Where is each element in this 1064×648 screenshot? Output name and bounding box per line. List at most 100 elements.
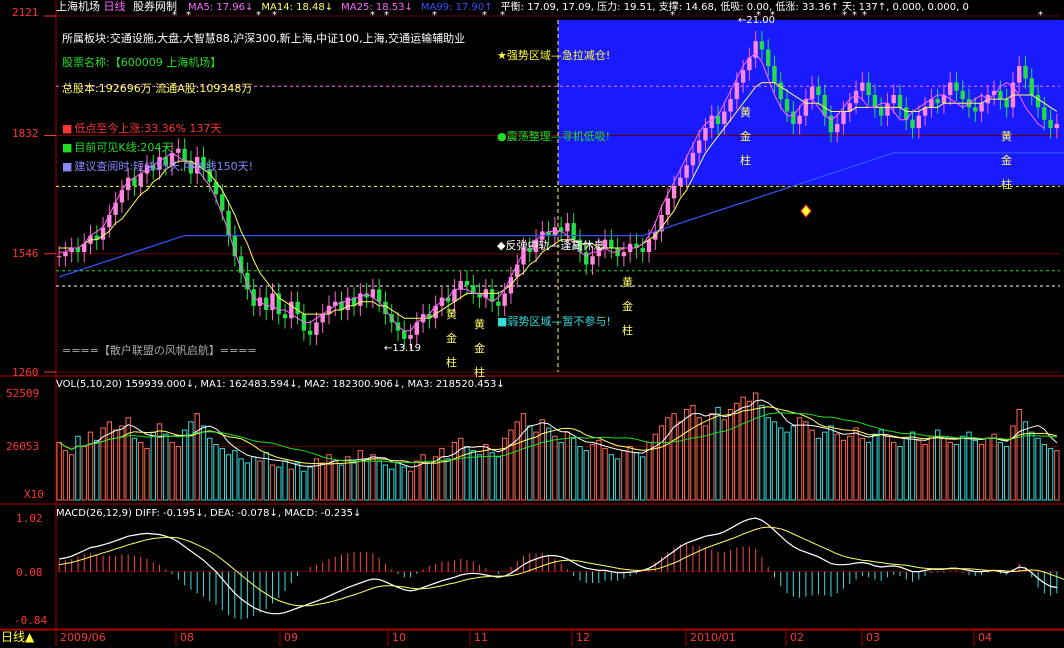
candle-body (408, 334, 413, 339)
stock-name: 上海机场 (56, 0, 100, 13)
ma-item-1: MA14: 18.48↓ (261, 2, 334, 13)
signal-char: 黄 (622, 276, 633, 289)
candle-body (358, 293, 363, 306)
period-label: 日线 (103, 0, 126, 13)
date-tick-label: 12 (576, 631, 590, 644)
low-price-label: ←13.19 (384, 343, 422, 354)
candle-body (684, 165, 689, 178)
candle-body (891, 94, 896, 104)
candle-body (703, 128, 708, 141)
candle-body (778, 82, 783, 100)
legend-square-icon: ■ (62, 160, 73, 173)
macd-tick-bottom: -0.84 (14, 614, 48, 627)
signal-char: 柱 (622, 324, 633, 337)
price-tick-1546: 1546 (12, 247, 39, 260)
candle-body (100, 227, 106, 240)
candle-body (809, 86, 815, 100)
signal-char: 柱 (446, 356, 457, 369)
candle-body (609, 239, 614, 248)
candle-body (314, 322, 319, 335)
macd-tick-zero: 0.08 (16, 566, 43, 579)
candle-body (916, 115, 922, 129)
zone-consolidate: ●震荡整理—寻机低吸! (497, 130, 611, 143)
candle-body (646, 239, 652, 253)
price-tick-1832: 1832 (12, 127, 39, 140)
legend-square-icon: ■ (62, 141, 73, 154)
candle-body (954, 82, 959, 91)
candle-body (678, 177, 683, 186)
candle-body (458, 281, 463, 290)
signal-char: 柱 (1001, 178, 1012, 191)
candle-body (289, 301, 294, 319)
candle-body (496, 301, 501, 306)
candle-body (489, 289, 495, 302)
candle-body (276, 293, 281, 315)
header-star-icon: * (1038, 10, 1043, 21)
candle-body (270, 293, 275, 310)
date-tick-label: 09 (284, 631, 298, 644)
signal-char: 黄 (1001, 130, 1012, 143)
candle-body (56, 256, 62, 258)
candle-body (307, 330, 313, 335)
date-tick-label: 2009/06 (60, 631, 106, 644)
candle-body (113, 202, 118, 215)
candle-body (998, 90, 1003, 100)
candle-body (75, 247, 81, 253)
period-switch-button[interactable]: 日线▲ (1, 631, 34, 644)
candle-body (176, 148, 181, 153)
candle-body (63, 252, 68, 257)
legend-text: 低点至今上涨:33.36% 137天 (74, 122, 222, 135)
candle-body (402, 330, 407, 339)
footer-banner: ====【散户联盟の风帆启航】==== (62, 344, 257, 357)
candle-body (584, 252, 589, 265)
legend-item-2: ■ 建议查阅时:短线25天,中长线150天! (62, 160, 253, 173)
date-tick-label: 03 (866, 631, 880, 644)
date-tick-label: 10 (392, 631, 406, 644)
candle-body (872, 94, 878, 108)
ma-item-3: MA99: 17.90↑ (420, 2, 493, 13)
candle-body (722, 111, 727, 124)
vol-tick-26053: 26053 (6, 440, 40, 453)
candle-body (1023, 66, 1028, 79)
candle-body (1048, 119, 1053, 129)
candle-body (853, 90, 859, 104)
candle-body (910, 119, 915, 129)
candle-body (376, 289, 382, 302)
signal-char: 柱 (740, 154, 751, 167)
signal-char: 金 (446, 332, 457, 345)
candle-body (345, 297, 350, 310)
date-tick-label: 2010/01 (690, 631, 736, 644)
candle-body (878, 107, 884, 116)
candle-body (772, 66, 777, 83)
signal-char: 黄 (446, 308, 457, 321)
ma-item-0: MA5: 17.96↓ (188, 2, 254, 13)
signal-char: 金 (1001, 154, 1012, 167)
candle-body (866, 82, 871, 95)
candle-body (797, 115, 802, 124)
candle-body (565, 223, 570, 232)
vol-x10-label: X10 (24, 488, 44, 501)
ma-item-4: 平衡: 17.09, 17.09, 压力: 19.51, 支撑: 14.68, … (500, 2, 969, 13)
signal-char: 金 (622, 300, 633, 313)
candle-body (822, 94, 827, 116)
candle-body (640, 247, 645, 253)
candle-body (119, 190, 125, 203)
candle-body (1017, 66, 1022, 83)
price-tick-2121: 2121 (12, 6, 39, 19)
high-price-label: ←21.00 (738, 15, 776, 26)
price-tick-1260: 1260 (12, 366, 39, 379)
signal-char: 黄 (740, 106, 751, 119)
date-tick-label: 04 (978, 631, 992, 644)
candle-body (841, 111, 846, 124)
candle-body (979, 103, 984, 112)
candle-body (816, 86, 821, 95)
zone-rebound: ◆反弹中轨—逢高休息 (497, 239, 605, 252)
candle-body (1054, 123, 1060, 129)
candle-body (1042, 107, 1047, 120)
legend-square-icon: ■ (62, 122, 73, 135)
candle-body (621, 252, 627, 257)
candle-body (960, 90, 965, 100)
candle-body (947, 82, 953, 95)
candle-body (590, 256, 595, 265)
signal-char: 黄 (474, 318, 485, 331)
